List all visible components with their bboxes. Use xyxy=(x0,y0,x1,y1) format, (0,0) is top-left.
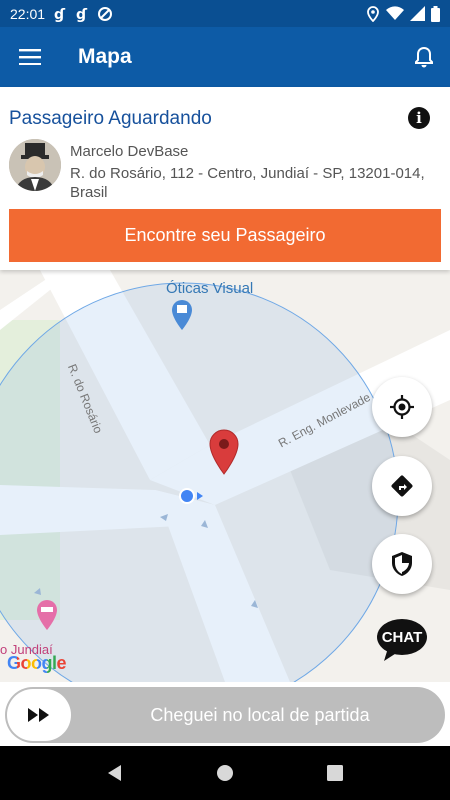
bell-icon xyxy=(415,46,433,68)
slider-label: Cheguei no local de partida xyxy=(150,704,370,725)
signal-icon xyxy=(410,6,425,21)
google-logo: Google xyxy=(7,653,67,673)
find-passenger-button[interactable]: Encontre seu Passageiro xyxy=(9,209,441,262)
svg-text:ɠ: ɠ xyxy=(54,7,66,22)
arrival-slider[interactable]: Cheguei no local de partida xyxy=(5,687,445,743)
app-bar: Mapa xyxy=(0,27,450,87)
chat-label: CHAT xyxy=(382,629,423,646)
my-location-button[interactable] xyxy=(372,377,432,437)
recents-icon[interactable] xyxy=(326,764,344,782)
app-notification-icon: ɠ xyxy=(76,7,88,22)
battery-icon xyxy=(431,5,440,22)
menu-button[interactable] xyxy=(0,27,60,87)
svg-text:ɠ: ɠ xyxy=(76,7,88,22)
avatar xyxy=(9,139,61,191)
directions-button[interactable] xyxy=(372,456,432,516)
system-nav-bar xyxy=(0,746,450,800)
info-icon[interactable]: i xyxy=(408,107,430,129)
directions-icon xyxy=(391,475,413,497)
wifi-icon xyxy=(386,6,404,21)
slider-thumb[interactable] xyxy=(7,689,71,741)
chat-icon: CHAT xyxy=(377,619,427,661)
passenger-card: Passageiro Aguardando i Marcelo DevBase … xyxy=(0,87,450,270)
page-title: Mapa xyxy=(78,45,132,68)
notifications-button[interactable] xyxy=(398,27,450,87)
my-location-icon xyxy=(390,395,414,419)
app-notification-icon: ɠ xyxy=(54,7,66,22)
map-view[interactable]: Óticas Visual R. do Rosário R. Eng. Monl… xyxy=(0,270,450,682)
status-time: 22:01 xyxy=(10,5,46,22)
passenger-address: R. do Rosário, 112 - Centro, Jundiaí - S… xyxy=(70,165,425,201)
google-attribution: Google xyxy=(7,653,67,674)
home-icon[interactable] xyxy=(216,764,234,782)
do-not-disturb-icon xyxy=(98,6,113,21)
slide-area: Cheguei no local de partida xyxy=(0,682,450,746)
hamburger-menu-icon xyxy=(19,49,41,65)
safety-button[interactable] xyxy=(372,534,432,594)
poi-label: Óticas Visual xyxy=(166,280,254,297)
back-icon[interactable] xyxy=(106,764,124,782)
status-bar: 22:01 ɠ ɠ xyxy=(0,0,450,27)
chat-button[interactable]: CHAT xyxy=(376,618,428,662)
card-title: Passageiro Aguardando xyxy=(9,108,212,129)
shield-icon xyxy=(392,552,412,576)
fast-forward-icon xyxy=(28,708,49,722)
passenger-name: Marcelo DevBase xyxy=(70,143,189,160)
location-icon xyxy=(367,5,379,22)
